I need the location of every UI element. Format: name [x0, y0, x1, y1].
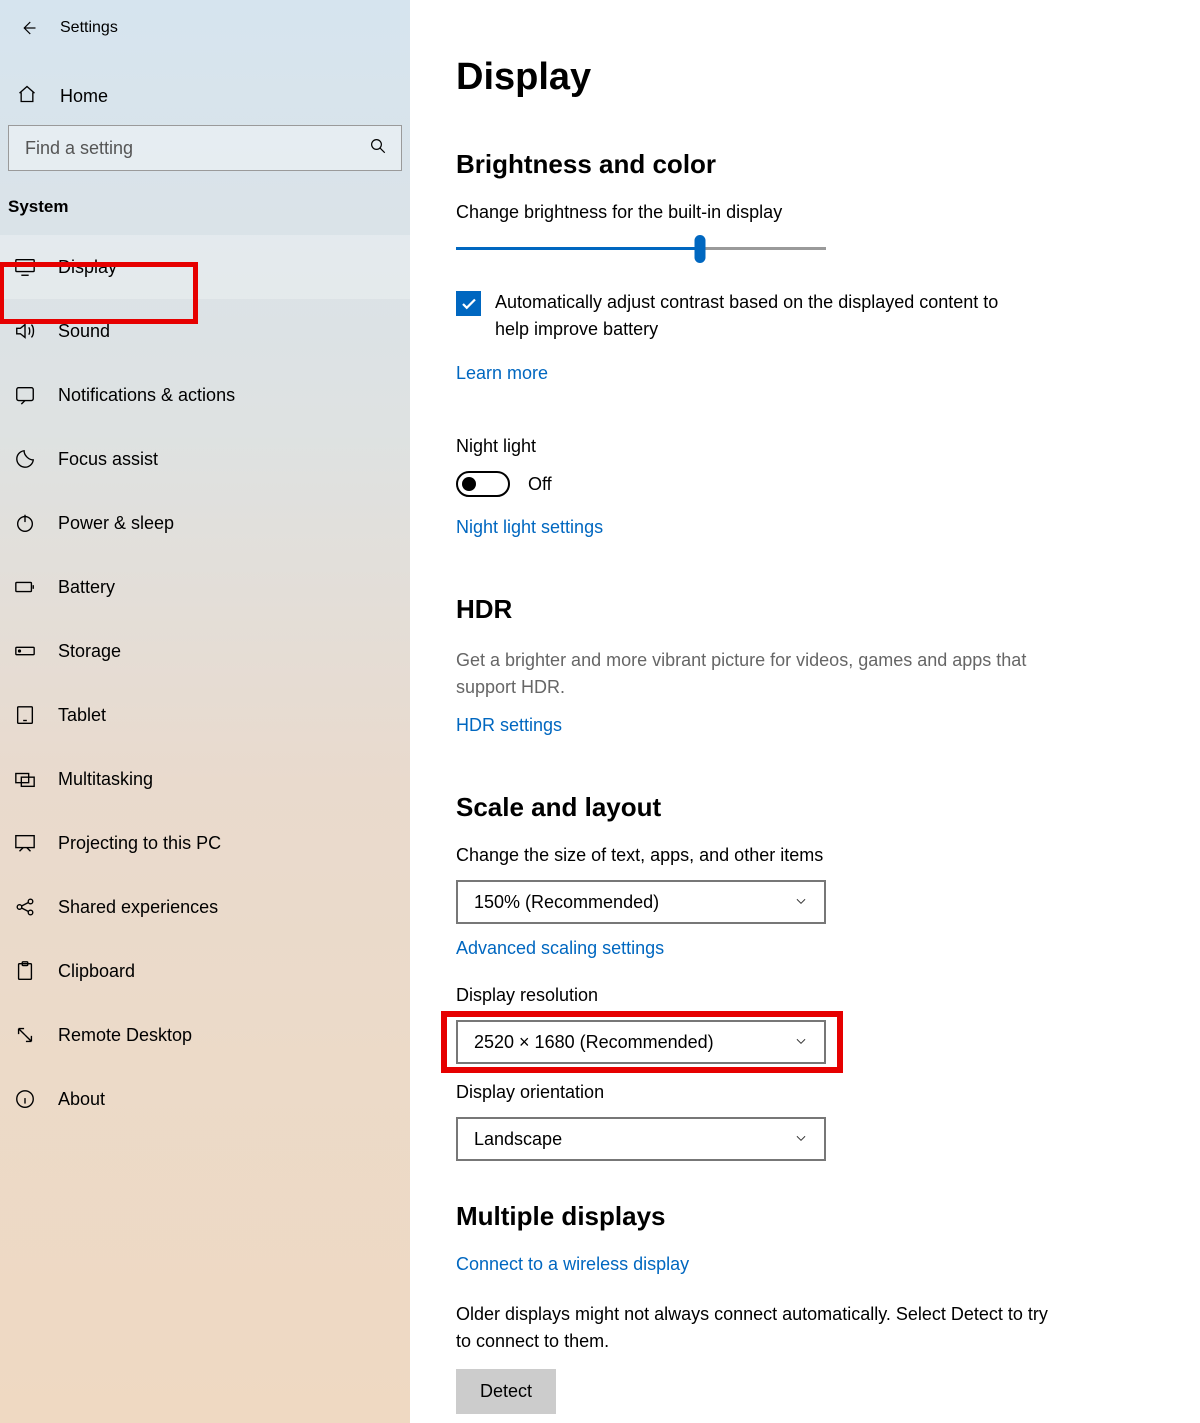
- search-box[interactable]: [8, 125, 402, 171]
- night-light-toggle[interactable]: [456, 471, 510, 497]
- sidebar-item-display[interactable]: Display: [0, 235, 410, 299]
- multitasking-icon: [14, 768, 36, 790]
- battery-icon: [14, 576, 36, 598]
- sidebar-item-label: Focus assist: [58, 449, 158, 470]
- sidebar-item-label: Notifications & actions: [58, 385, 235, 406]
- night-light-state: Off: [528, 474, 552, 495]
- sidebar-item-clipboard[interactable]: Clipboard: [0, 939, 410, 1003]
- remote-desktop-icon: [14, 1024, 36, 1046]
- sidebar-item-focus-assist[interactable]: Focus assist: [0, 427, 410, 491]
- orientation-label: Display orientation: [456, 1082, 1110, 1103]
- sidebar-item-label: Battery: [58, 577, 115, 598]
- about-icon: [14, 1088, 36, 1110]
- sidebar-home[interactable]: Home: [0, 68, 410, 125]
- power-icon: [14, 512, 36, 534]
- sidebar-item-label: Projecting to this PC: [58, 833, 221, 854]
- chevron-down-icon: [794, 892, 808, 913]
- page-title: Display: [456, 56, 1110, 99]
- section-hdr: HDR: [456, 594, 1110, 625]
- sidebar-item-notifications[interactable]: Notifications & actions: [0, 363, 410, 427]
- sidebar-item-label: Sound: [58, 321, 110, 342]
- brightness-slider-label: Change brightness for the built-in displ…: [456, 202, 1110, 223]
- sidebar-category: System: [0, 171, 410, 235]
- auto-contrast-checkbox[interactable]: [456, 291, 481, 316]
- sidebar-item-label: Shared experiences: [58, 897, 218, 918]
- brightness-slider[interactable]: [456, 237, 826, 261]
- sidebar-item-projecting[interactable]: Projecting to this PC: [0, 811, 410, 875]
- search-icon: [369, 137, 387, 160]
- section-brightness: Brightness and color: [456, 149, 1110, 180]
- clipboard-icon: [14, 960, 36, 982]
- sidebar-item-label: Storage: [58, 641, 121, 662]
- sidebar-nav: Display Sound Notifications & actions Fo…: [0, 235, 410, 1131]
- text-size-dropdown[interactable]: 150% (Recommended): [456, 880, 826, 924]
- sidebar-item-sound[interactable]: Sound: [0, 299, 410, 363]
- slider-thumb[interactable]: [695, 235, 706, 263]
- sidebar-item-label: Display: [58, 257, 117, 278]
- advanced-scaling-link[interactable]: Advanced scaling settings: [456, 938, 664, 959]
- auto-contrast-label: Automatically adjust contrast based on t…: [495, 289, 1035, 343]
- sidebar-item-storage[interactable]: Storage: [0, 619, 410, 683]
- storage-icon: [14, 640, 36, 662]
- sidebar-item-label: Power & sleep: [58, 513, 174, 534]
- detect-button[interactable]: Detect: [456, 1369, 556, 1414]
- shared-icon: [14, 896, 36, 918]
- sidebar-item-power-sleep[interactable]: Power & sleep: [0, 491, 410, 555]
- orientation-value: Landscape: [474, 1129, 562, 1150]
- section-multiple: Multiple displays: [456, 1201, 1110, 1232]
- sidebar: Settings Home System Display: [0, 0, 410, 1423]
- notifications-icon: [14, 384, 36, 406]
- sidebar-item-shared-experiences[interactable]: Shared experiences: [0, 875, 410, 939]
- window-title: Settings: [60, 19, 118, 37]
- sidebar-item-remote-desktop[interactable]: Remote Desktop: [0, 1003, 410, 1067]
- hdr-settings-link[interactable]: HDR settings: [456, 715, 562, 736]
- display-icon: [14, 256, 36, 278]
- sidebar-item-label: About: [58, 1089, 105, 1110]
- sidebar-item-tablet[interactable]: Tablet: [0, 683, 410, 747]
- main-content: Display Brightness and color Change brig…: [410, 0, 1200, 1423]
- orientation-dropdown[interactable]: Landscape: [456, 1117, 826, 1161]
- home-icon: [16, 84, 38, 109]
- sidebar-item-label: Multitasking: [58, 769, 153, 790]
- wireless-display-link[interactable]: Connect to a wireless display: [456, 1254, 689, 1275]
- resolution-label: Display resolution: [456, 985, 1110, 1006]
- projecting-icon: [14, 832, 36, 854]
- sidebar-item-multitasking[interactable]: Multitasking: [0, 747, 410, 811]
- sidebar-item-label: Remote Desktop: [58, 1025, 192, 1046]
- night-light-label: Night light: [456, 436, 1110, 457]
- night-light-settings-link[interactable]: Night light settings: [456, 517, 603, 538]
- sidebar-item-label: Tablet: [58, 705, 106, 726]
- text-size-label: Change the size of text, apps, and other…: [456, 845, 1110, 866]
- chevron-down-icon: [794, 1032, 808, 1053]
- sidebar-home-label: Home: [60, 86, 108, 107]
- sidebar-item-label: Clipboard: [58, 961, 135, 982]
- sidebar-item-battery[interactable]: Battery: [0, 555, 410, 619]
- text-size-value: 150% (Recommended): [474, 892, 659, 913]
- search-input[interactable]: [23, 137, 369, 160]
- resolution-value: 2520 × 1680 (Recommended): [474, 1032, 714, 1053]
- focus-assist-icon: [14, 448, 36, 470]
- learn-more-link[interactable]: Learn more: [456, 363, 548, 384]
- chevron-down-icon: [794, 1129, 808, 1150]
- sidebar-item-about[interactable]: About: [0, 1067, 410, 1131]
- tablet-icon: [14, 704, 36, 726]
- hdr-desc: Get a brighter and more vibrant picture …: [456, 647, 1056, 701]
- older-displays-text: Older displays might not always connect …: [456, 1301, 1056, 1355]
- resolution-dropdown[interactable]: 2520 × 1680 (Recommended): [456, 1020, 826, 1064]
- section-scale: Scale and layout: [456, 792, 1110, 823]
- back-icon[interactable]: [18, 18, 38, 38]
- sound-icon: [14, 320, 36, 342]
